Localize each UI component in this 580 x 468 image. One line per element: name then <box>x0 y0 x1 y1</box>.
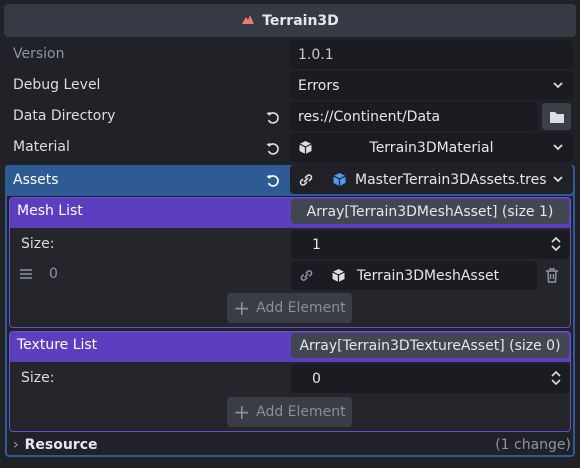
folder-icon <box>549 111 564 123</box>
spin-arrows-icon <box>551 370 561 386</box>
resource-cube-icon <box>299 141 312 154</box>
data-directory-label: Data Directory <box>13 108 116 124</box>
texture-list-array-button[interactable]: Array[Terrain3DTextureAsset] (size 0) <box>291 333 569 358</box>
assets-value: MasterTerrain3DAssets.tres <box>355 171 547 188</box>
texture-list-size-value: 0 <box>312 370 321 387</box>
assets-resource-picker[interactable]: MasterTerrain3DAssets.tres <box>290 165 573 194</box>
chevron-right-icon: › <box>13 437 19 453</box>
mesh-item-resource-picker[interactable]: Terrain3DMeshAsset <box>291 261 537 290</box>
version-value: 1.0.1 <box>298 46 334 63</box>
revert-icon[interactable] <box>265 110 281 126</box>
chevron-down-icon <box>553 144 563 151</box>
terrain-node-icon <box>241 13 255 28</box>
assets-resource-icon <box>333 173 346 186</box>
version-label: Version <box>13 46 65 62</box>
revert-icon[interactable] <box>265 173 281 189</box>
debug-level-dropdown[interactable]: Errors <box>290 71 573 100</box>
mesh-list-size-label: Size: <box>21 236 55 252</box>
mesh-list-array-button[interactable]: Array[Terrain3DMeshAsset] (size 1) <box>291 199 569 224</box>
resource-change-count: (1 change) <box>495 437 571 453</box>
debug-level-value: Errors <box>298 77 340 94</box>
texture-list-add-label: Add Element <box>256 404 346 420</box>
resource-cube-icon <box>332 269 345 282</box>
version-field: 1.0.1 <box>290 40 573 69</box>
data-directory-input[interactable]: res://Continent/Data <box>290 102 538 131</box>
inspector-title: Terrain3D <box>262 12 339 29</box>
texture-list-size-stepper[interactable]: 0 <box>291 364 570 393</box>
mesh-list-size-stepper[interactable]: 1 <box>291 230 570 259</box>
mesh-list-add-label: Add Element <box>256 300 346 316</box>
mesh-list-add-element-button[interactable]: + Add Element <box>227 293 352 323</box>
spin-arrows-icon <box>551 236 561 252</box>
material-resource-picker[interactable]: Terrain3DMaterial <box>290 133 573 162</box>
resource-section-toggle[interactable]: › Resource <box>13 434 98 456</box>
drag-handle-icon[interactable] <box>19 268 33 280</box>
link-icon <box>299 173 313 186</box>
texture-list-add-element-button[interactable]: + Add Element <box>227 397 352 427</box>
debug-level-label: Debug Level <box>13 77 101 93</box>
revert-icon[interactable] <box>265 141 281 157</box>
trash-icon[interactable] <box>545 268 559 283</box>
inspector-header: Terrain3D <box>4 4 576 37</box>
texture-list-size-label: Size: <box>21 370 55 386</box>
resource-label: Resource <box>24 437 98 453</box>
assets-label: Assets <box>13 172 59 188</box>
link-icon <box>300 270 313 281</box>
texture-list-title: Texture List <box>17 337 98 353</box>
chevron-down-icon <box>553 82 563 89</box>
mesh-item-value: Terrain3DMeshAsset <box>356 267 500 284</box>
chevron-down-icon <box>553 176 563 183</box>
mesh-list-size-value: 1 <box>312 236 321 253</box>
material-value: Terrain3DMaterial <box>369 139 494 156</box>
plus-icon: + <box>233 400 251 424</box>
mesh-item-index: 0 <box>49 266 58 282</box>
browse-folder-button[interactable] <box>542 103 571 130</box>
data-directory-value: res://Continent/Data <box>298 108 441 125</box>
plus-icon: + <box>233 296 251 320</box>
mesh-list-title: Mesh List <box>17 203 83 219</box>
material-label: Material <box>13 139 70 155</box>
